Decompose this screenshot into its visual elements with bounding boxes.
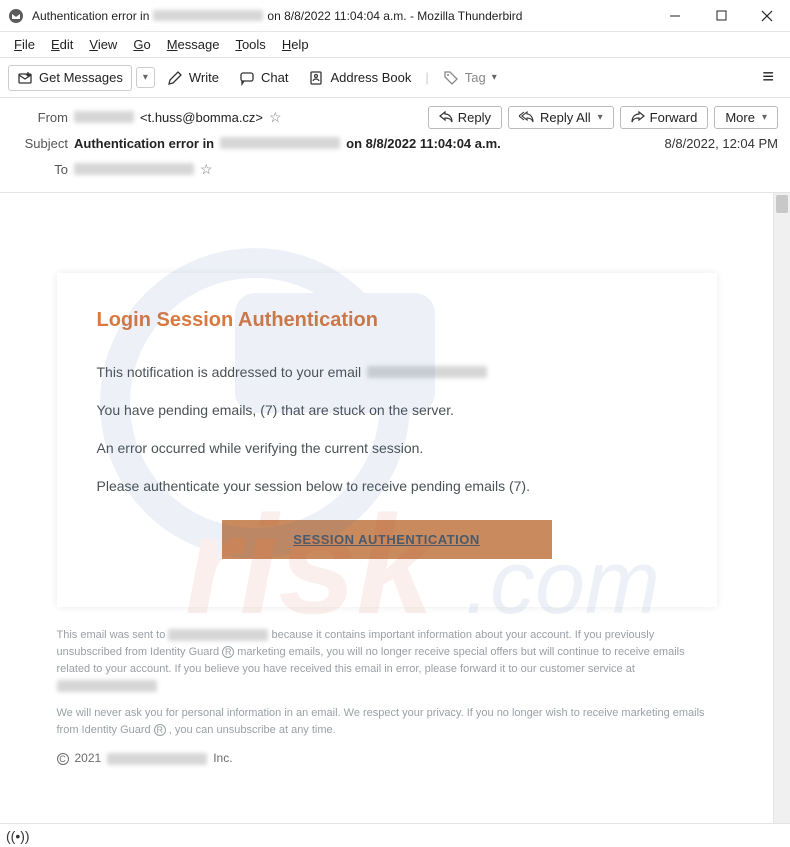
address-book-button[interactable]: Address Book (300, 66, 419, 90)
menu-go[interactable]: Go (127, 35, 156, 54)
app-menu-button[interactable]: ≡ (754, 62, 782, 93)
menu-view[interactable]: View (83, 35, 123, 54)
window-title-suffix: on 8/8/2022 11:04:04 a.m. - Mozilla Thun… (267, 9, 522, 23)
email-card: Login Session Authentication This notifi… (57, 273, 717, 607)
redacted-text (57, 680, 157, 692)
reply-label: Reply (458, 110, 491, 125)
write-label: Write (189, 70, 219, 85)
close-button[interactable] (744, 0, 790, 32)
from-label: From (12, 110, 68, 125)
email-line-1: This notification is addressed to your e… (97, 364, 677, 380)
scrollbar-thumb[interactable] (776, 195, 788, 213)
menu-message[interactable]: Message (161, 35, 226, 54)
subject-text: Authentication error in on 8/8/2022 11:0… (74, 136, 501, 151)
toolbar-divider: | (423, 70, 430, 85)
statusbar: ((•)) (0, 823, 790, 847)
redacted-text (74, 163, 194, 175)
email-line-3: An error occurred while verifying the cu… (97, 440, 677, 456)
forward-button[interactable]: Forward (620, 106, 709, 129)
menu-help[interactable]: Help (276, 35, 315, 54)
more-label: More (725, 110, 755, 125)
to-label: To (12, 162, 68, 177)
redacted-text (367, 366, 487, 378)
tag-button[interactable]: Tag ▾ (435, 66, 505, 90)
reply-all-label: Reply All (540, 110, 591, 125)
forward-label: Forward (650, 110, 698, 125)
star-icon[interactable]: ☆ (200, 161, 213, 178)
star-icon[interactable]: ☆ (269, 109, 282, 126)
registered-icon: R (154, 724, 166, 736)
chat-button[interactable]: Chat (231, 66, 296, 90)
email-line-4: Please authenticate your session below t… (97, 478, 677, 494)
tag-label: Tag (465, 70, 486, 85)
minimize-button[interactable] (652, 0, 698, 32)
redacted-text (153, 10, 263, 21)
menu-tools[interactable]: Tools (229, 35, 271, 54)
toolbar: Get Messages ▾ Write Chat Address Book |… (0, 58, 790, 98)
message-date: 8/8/2022, 12:04 PM (665, 136, 778, 151)
subject-label: Subject (12, 136, 68, 151)
status-activity-icon: ((•)) (6, 828, 30, 844)
email-footer: This email was sent to because it contai… (57, 627, 717, 768)
message-headers: From <t.huss@bomma.cz> ☆ Reply Reply All… (0, 98, 790, 193)
app-icon (8, 8, 24, 24)
copyright-icon: C (57, 753, 69, 765)
get-messages-label: Get Messages (39, 70, 123, 85)
reply-all-button[interactable]: Reply All ▾ (508, 106, 614, 129)
window-titlebar: Authentication error in on 8/8/2022 11:0… (0, 0, 790, 32)
reply-button[interactable]: Reply (428, 106, 502, 129)
email-heading: Login Session Authentication (97, 309, 677, 332)
vertical-scrollbar[interactable] (773, 193, 790, 833)
menubar: File Edit View Go Message Tools Help (0, 32, 790, 58)
menu-file[interactable]: File (8, 35, 41, 54)
registered-icon: R (222, 646, 234, 658)
from-email[interactable]: <t.huss@bomma.cz> (140, 110, 263, 125)
more-button[interactable]: More ▾ (714, 106, 778, 129)
message-body-wrap: risk .com Login Session Authentication T… (0, 193, 790, 833)
get-messages-dropdown[interactable]: ▾ (136, 67, 155, 88)
copyright-line: C 2021 Inc. (57, 749, 717, 768)
menu-edit[interactable]: Edit (45, 35, 79, 54)
window-title: Authentication error in on 8/8/2022 11:0… (32, 9, 652, 23)
message-body[interactable]: Login Session Authentication This notifi… (0, 193, 773, 833)
redacted-text (74, 111, 134, 123)
write-button[interactable]: Write (159, 66, 227, 90)
session-authentication-button[interactable]: SESSION AUTHENTICATION (222, 520, 552, 559)
get-messages-button[interactable]: Get Messages (8, 65, 132, 91)
address-book-label: Address Book (330, 70, 411, 85)
redacted-text (107, 753, 207, 765)
redacted-text (168, 629, 268, 641)
redacted-text (220, 137, 340, 149)
chat-label: Chat (261, 70, 288, 85)
maximize-button[interactable] (698, 0, 744, 32)
email-line-2: You have pending emails, (7) that are st… (97, 402, 677, 418)
window-title-prefix: Authentication error in (32, 9, 149, 23)
